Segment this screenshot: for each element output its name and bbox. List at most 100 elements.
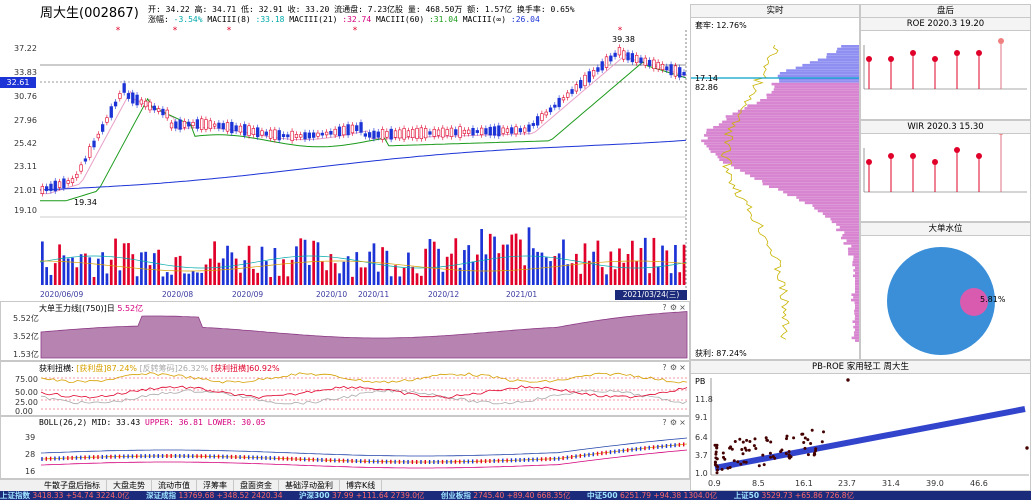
candle-body [234, 125, 238, 132]
big-king-area-chart[interactable] [1, 302, 690, 361]
chip-bar [836, 50, 859, 53]
candle-body [273, 129, 277, 140]
volume-bar [682, 244, 686, 285]
pb-y-4: 1.0 [695, 469, 708, 478]
candle-body [445, 129, 449, 136]
candle-body [523, 127, 527, 133]
volume-bar [575, 253, 578, 285]
chip-bar [778, 188, 859, 191]
volume-bar [58, 244, 61, 285]
volume-bar [665, 250, 669, 285]
volume-bar [320, 261, 324, 285]
chip-bar [812, 204, 859, 207]
candle-body [139, 99, 144, 105]
status-item[interactable]: 深证成指 13769.68 +348.52 2420.34 [146, 491, 283, 500]
chip-bar [762, 182, 859, 186]
volume-bar [506, 244, 509, 285]
volume-bar [501, 244, 505, 285]
candle-body [566, 92, 570, 98]
volume-bar [428, 239, 432, 285]
x-label-0: 2020/06/09 [40, 290, 84, 299]
candle-body [290, 130, 294, 141]
candle-body [596, 67, 600, 72]
x-label-6: 2021/01 [506, 290, 538, 299]
chip-bar [851, 293, 859, 296]
volume-bar [286, 276, 290, 285]
pb-roe-scatter-chart[interactable] [691, 361, 1030, 490]
volume-bar [519, 239, 522, 285]
big-order-title: 大单水位 [861, 223, 1030, 236]
chip-bar [852, 263, 859, 267]
pb-x-5: 39.0 [926, 479, 944, 488]
ma-line [39, 139, 687, 191]
chip-distribution-chart[interactable] [691, 5, 859, 359]
roe-title: ROE 2020.3 19.20 [861, 18, 1030, 31]
x-label-1: 2020/08 [162, 290, 194, 299]
chip-bar [802, 63, 859, 67]
pb-point [739, 462, 743, 466]
candle-body [432, 129, 436, 137]
candle-body [527, 124, 531, 132]
candle-body [393, 130, 398, 138]
candle-body [299, 134, 303, 138]
candle-body [678, 67, 682, 78]
volume-bar [66, 258, 70, 285]
pb-point [784, 452, 788, 455]
boll-chart[interactable] [1, 417, 690, 479]
volume-bar [92, 276, 96, 285]
candle-body [57, 181, 62, 188]
y-label-30: 30.76 [14, 92, 37, 101]
volume-bar [562, 239, 565, 285]
candle-body [355, 125, 359, 132]
volume-bar [368, 251, 372, 285]
volume-bar [364, 267, 367, 285]
volume-bar [622, 262, 626, 285]
chip-bar [795, 66, 859, 70]
candle-body [96, 133, 100, 139]
pb-point [745, 438, 749, 442]
candle-body [579, 80, 583, 89]
volume-bar [402, 267, 406, 285]
candle-body [622, 50, 626, 60]
volume-bar [531, 248, 535, 285]
candle-body [316, 132, 320, 137]
chip-bar [853, 255, 859, 259]
pb-point [846, 378, 850, 382]
candle-body [126, 93, 131, 99]
profit-line-chart[interactable] [1, 362, 690, 416]
chip-bar [846, 239, 859, 242]
chip-bar [783, 190, 859, 194]
candle-body [626, 52, 630, 61]
chip-bar [744, 171, 859, 175]
chip-bar [718, 123, 859, 126]
status-item[interactable]: 创业板指 2745.40 +89.40 668.35亿 [441, 491, 571, 500]
pie-percent-label: 5.81% [980, 295, 1006, 304]
candlestick-chart[interactable]: * * * * * [0, 0, 690, 301]
volume-bar [308, 264, 311, 285]
chip-bar [715, 153, 859, 156]
chip-bar [732, 112, 859, 116]
chip-bar [762, 180, 859, 183]
price-chart-panel: 周大生(002867) 开: 34.22 高: 34.71 低: 32.91 收… [0, 0, 690, 301]
status-item[interactable]: 上证指数 3418.33 +54.74 3224.0亿 [0, 491, 130, 500]
wir-lollipop-chart [863, 134, 1027, 193]
chip-bar [771, 90, 859, 94]
pb-point [761, 453, 765, 457]
volume-bar [152, 253, 156, 285]
status-item[interactable]: 上证50 3529.73 +65.86 726.8亿 [734, 491, 854, 500]
candle-body [411, 129, 415, 138]
status-item[interactable]: 中证500 6251.79 +94.38 1304.0亿 [587, 491, 717, 500]
candle-body [682, 71, 686, 76]
lollipop-dot [932, 159, 938, 165]
chip-bar [855, 285, 859, 288]
candle-body [406, 130, 411, 137]
boll-line [40, 449, 688, 469]
profit-y-2: 25.00 [15, 398, 38, 407]
roe-lollipop-chart [863, 38, 1027, 90]
chip-price-8286: 82.86 [695, 83, 718, 92]
chip-bar [852, 261, 859, 264]
volume-bar [648, 273, 651, 285]
roe-panel: ROE 2020.3 19.20 [860, 17, 1031, 120]
candle-body [467, 129, 471, 134]
status-item[interactable]: 沪深300 37.99 +111.64 2739.0亿 [299, 491, 425, 500]
